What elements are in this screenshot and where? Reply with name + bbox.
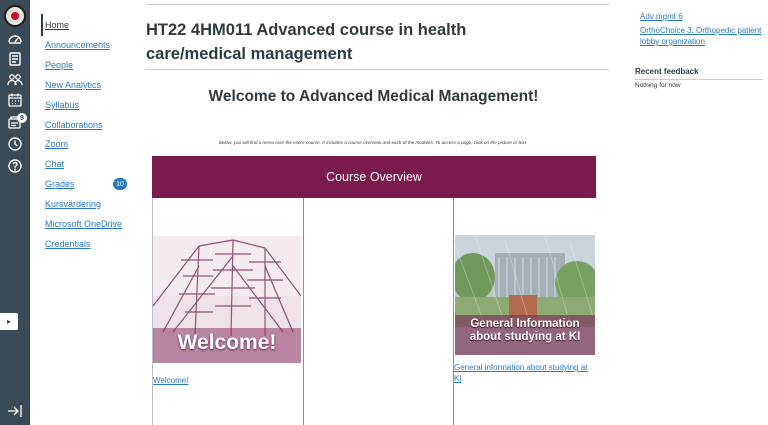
course-nav-collaborations[interactable]: Collaborations bbox=[45, 120, 103, 130]
todo-link-adv-mgmt[interactable]: Adv mgmt 6 bbox=[640, 11, 683, 22]
page-title: HT22 4HM011 Advanced course in health ca… bbox=[146, 21, 467, 63]
recent-feedback-heading: Recent feedback bbox=[635, 67, 699, 76]
inbox-unread-badge: 9 bbox=[17, 113, 27, 123]
course-nav-new-analytics[interactable]: New Analytics bbox=[45, 80, 101, 90]
help-icon[interactable] bbox=[5, 156, 25, 176]
top-divider bbox=[146, 4, 609, 5]
intro-text: Below, you will find a menu over the ent… bbox=[218, 140, 528, 145]
groups-icon[interactable] bbox=[5, 70, 25, 90]
welcome-image-caption: Welcome! bbox=[177, 331, 277, 354]
dashboard-icon[interactable] bbox=[5, 29, 25, 49]
course-nav-people[interactable]: People bbox=[45, 60, 73, 70]
collapse-nav-icon[interactable] bbox=[7, 404, 23, 418]
recent-feedback-empty: Nothing for now bbox=[635, 82, 681, 89]
course-nav-credentials[interactable]: Credentials bbox=[45, 239, 91, 249]
course-nav-grades[interactable]: Grades bbox=[45, 179, 75, 189]
course-nav-onedrive[interactable]: Microsoft OneDrive bbox=[45, 219, 122, 229]
history-icon[interactable] bbox=[5, 134, 25, 154]
general-info-link[interactable]: General information about studying at KI bbox=[454, 362, 594, 384]
courses-icon[interactable] bbox=[5, 49, 25, 69]
general-info-card-image[interactable]: General Information about studying at KI bbox=[455, 235, 595, 355]
title-divider bbox=[146, 69, 609, 70]
course-nav-chat[interactable]: Chat bbox=[45, 159, 64, 169]
welcome-card-image[interactable]: Welcome! bbox=[153, 236, 301, 363]
welcome-link[interactable]: Welcome! bbox=[153, 375, 188, 386]
course-nav-announcements[interactable]: Announcements bbox=[45, 40, 110, 50]
course-overview-banner: Course Overview bbox=[152, 156, 596, 198]
grades-count-badge: 10 bbox=[113, 178, 127, 190]
course-nav: Home Announcements People New Analytics … bbox=[30, 0, 140, 425]
course-nav-home[interactable]: Home bbox=[45, 20, 69, 30]
welcome-heading: Welcome to Advanced Medical Management! bbox=[208, 88, 539, 105]
active-indicator bbox=[41, 14, 43, 36]
course-nav-kursvardering[interactable]: Kursvärdering bbox=[45, 199, 101, 209]
course-nav-zoom[interactable]: Zoom bbox=[45, 139, 68, 149]
general-info-image-caption: General Information about studying at KI bbox=[469, 318, 581, 343]
global-nav: 9 ▸ bbox=[0, 0, 30, 425]
grid-divider bbox=[303, 198, 304, 425]
recent-feedback-divider bbox=[635, 79, 763, 80]
nav-tray-toggle-button[interactable]: ▸ bbox=[0, 313, 18, 330]
institution-logo-icon[interactable] bbox=[4, 5, 26, 27]
course-nav-syllabus[interactable]: Syllabus bbox=[45, 100, 79, 110]
grid-divider bbox=[453, 198, 454, 425]
calendar-icon[interactable] bbox=[5, 90, 25, 110]
todo-link-orthochoice[interactable]: OrthoChoice 3: Orthopedic patient lobby … bbox=[640, 25, 768, 47]
